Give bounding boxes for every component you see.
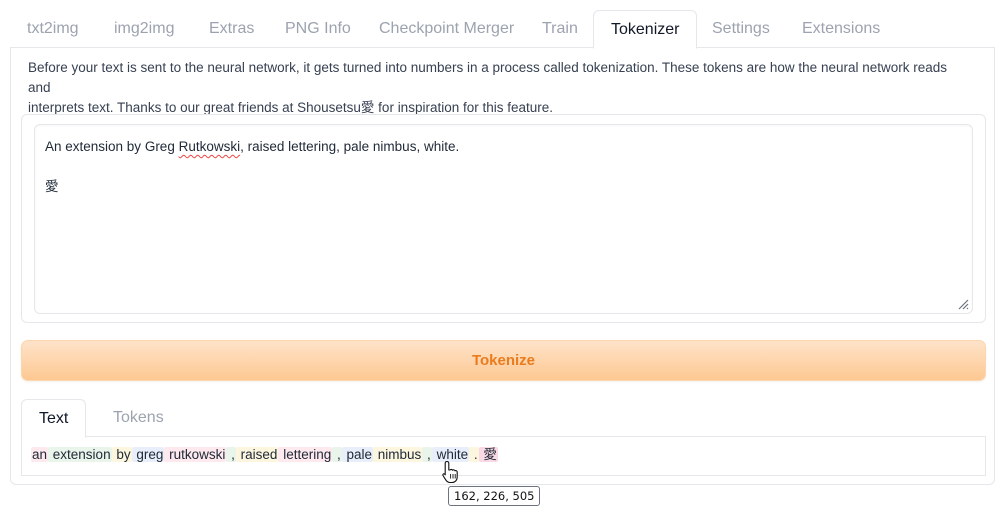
token-output-box: an extension by greg rutkowski , raised … (21, 436, 986, 476)
misspelled-word: Rutkowski (178, 139, 241, 154)
main-tab-bar: txt2img img2img Extras PNG Info Checkpoi… (10, 10, 995, 49)
tokenizer-description: Before your text is sent to the neural n… (28, 58, 973, 118)
hand-pointer-icon (442, 460, 458, 484)
token[interactable]: rutkowski (164, 447, 227, 462)
tokenize-button[interactable]: Tokenize (21, 340, 986, 381)
token[interactable]: by (111, 447, 132, 462)
token[interactable]: an (31, 447, 49, 462)
token[interactable]: extension (48, 447, 112, 462)
tab-tokenizer[interactable]: Tokenizer (593, 10, 698, 49)
tab-img2img[interactable]: img2img (97, 10, 191, 48)
tab-extras[interactable]: Extras (192, 10, 271, 48)
token[interactable]: raised (235, 447, 279, 462)
tab-text[interactable]: Text (21, 399, 87, 438)
prompt-input-block: An extension by Greg Rutkowski, raised l… (21, 114, 986, 323)
tab-checkpoint-merger[interactable]: Checkpoint Merger (362, 10, 531, 48)
tab-txt2img[interactable]: txt2img (10, 10, 96, 48)
token[interactable]: lettering (278, 447, 333, 462)
tab-png-info[interactable]: PNG Info (268, 10, 368, 48)
tab-settings[interactable]: Settings (695, 10, 787, 48)
token[interactable]: greg (131, 447, 165, 462)
token-hovered[interactable]: 愛 (478, 447, 498, 462)
description-line-1: Before your text is sent to the neural n… (28, 60, 948, 95)
tab-train[interactable]: Train (525, 10, 595, 48)
output-tab-bar: Text Tokens (21, 399, 986, 438)
token[interactable]: , (226, 447, 236, 462)
tokenizer-panel: Before your text is sent to the neural n… (10, 47, 995, 485)
tab-extensions[interactable]: Extensions (785, 10, 897, 48)
prompt-line-2 (45, 157, 962, 177)
token[interactable]: , (422, 447, 432, 462)
token[interactable]: . (469, 447, 479, 462)
prompt-text-pre: An extension by Greg (45, 139, 179, 154)
prompt-line-1: An extension by Greg Rutkowski, raised l… (45, 137, 962, 157)
resize-grip-icon[interactable] (957, 298, 969, 310)
token-id-tooltip: 162, 226, 505 (448, 486, 541, 506)
prompt-text-post: , raised lettering, pale nimbus, white. (240, 139, 460, 154)
token[interactable]: , (332, 447, 342, 462)
tab-tokens[interactable]: Tokens (95, 399, 182, 437)
token[interactable]: pale (341, 447, 374, 462)
prompt-textarea[interactable]: An extension by Greg Rutkowski, raised l… (34, 124, 973, 314)
token-list: an extension by greg rutkowski , raised … (31, 446, 498, 464)
prompt-line-3: 愛 (45, 179, 59, 194)
token[interactable]: nimbus (373, 447, 423, 462)
